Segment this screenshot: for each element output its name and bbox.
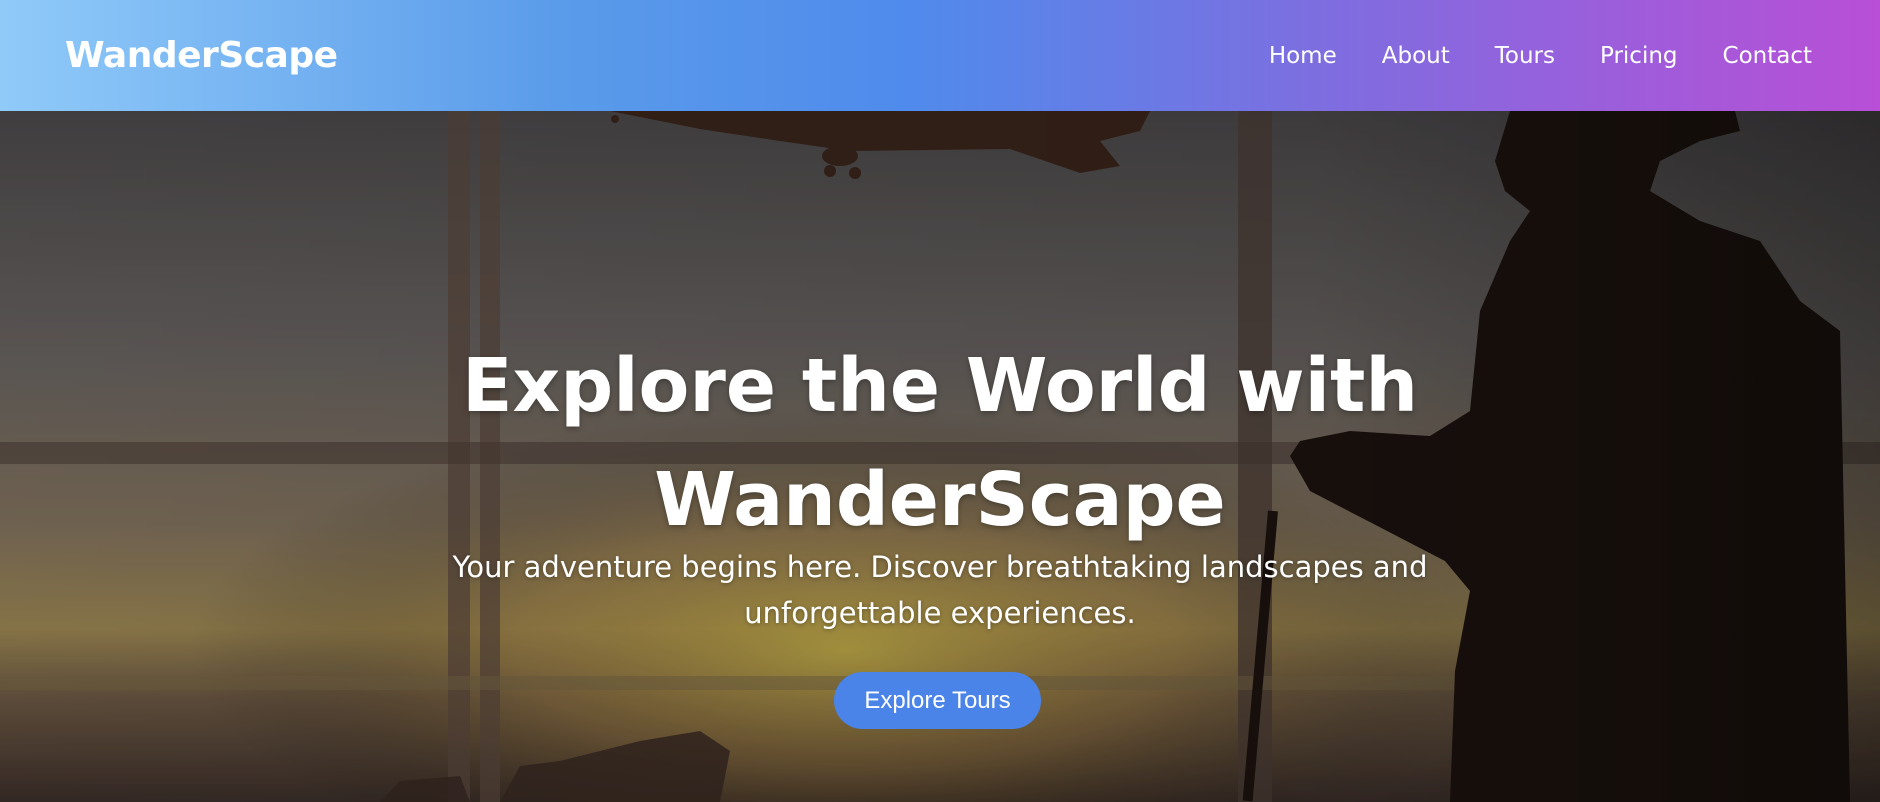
hero-subtitle: Your adventure begins here. Discover bre…: [0, 544, 1880, 636]
explore-tours-button[interactable]: Explore Tours: [834, 672, 1041, 729]
nav-link-about[interactable]: About: [1382, 43, 1450, 69]
nav-link-tours[interactable]: Tours: [1495, 43, 1555, 69]
nav-links: Home About Tours Pricing Contact: [1269, 43, 1812, 69]
hero-title-line-1: Explore the World with: [461, 343, 1419, 429]
top-navbar: WanderScape Home About Tours Pricing Con…: [0, 0, 1880, 111]
hero-title: Explore the World with WanderScape: [0, 329, 1880, 557]
hero-content: Explore the World with WanderScape Your …: [0, 111, 1880, 802]
nav-link-home[interactable]: Home: [1269, 43, 1337, 69]
hero-subtitle-line-1: Your adventure begins here. Discover bre…: [452, 550, 1428, 584]
hero-title-line-2: WanderScape: [654, 457, 1226, 543]
hero-section: Explore the World with WanderScape Your …: [0, 111, 1880, 802]
hero-subtitle-line-2: unforgettable experiences.: [744, 596, 1136, 630]
nav-link-contact[interactable]: Contact: [1723, 43, 1812, 69]
brand-logo[interactable]: WanderScape: [65, 35, 338, 76]
nav-link-pricing[interactable]: Pricing: [1600, 43, 1678, 69]
